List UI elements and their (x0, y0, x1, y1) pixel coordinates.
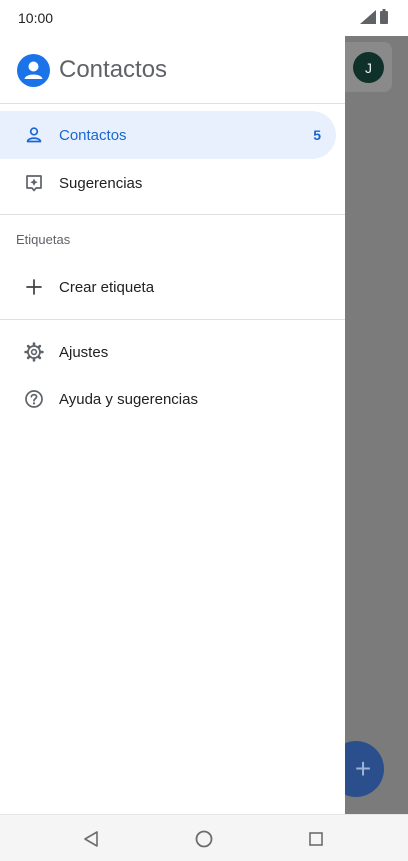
nav-item-contactos[interactable]: Contactos 5 (0, 111, 336, 159)
nav-item-label: Ajustes (59, 343, 109, 361)
gear-icon (24, 342, 44, 362)
divider (0, 319, 345, 320)
nav-item-ajustes[interactable]: Ajustes (0, 328, 336, 376)
divider (0, 103, 345, 104)
signal-icon (360, 10, 376, 24)
account-avatar: J (353, 52, 384, 83)
battery-icon (380, 9, 388, 24)
suggestions-icon (26, 175, 42, 192)
contacts-logo-icon (17, 54, 50, 87)
navigation-drawer: Contactos Contactos 5 Sugerencias Etique… (0, 36, 345, 814)
help-icon (25, 390, 43, 408)
nav-item-ayuda[interactable]: Ayuda y sugerencias (0, 375, 336, 423)
labels-section-heading: Etiquetas (16, 232, 71, 247)
create-label-button[interactable]: Crear etiqueta (0, 263, 336, 311)
nav-item-label: Sugerencias (59, 174, 143, 192)
drawer-scrim[interactable] (345, 36, 408, 814)
home-icon[interactable] (193, 828, 215, 850)
divider (0, 214, 345, 215)
contacts-count-badge: 5 (313, 127, 321, 143)
nav-item-label: Crear etiqueta (59, 278, 155, 296)
recents-icon[interactable] (305, 828, 327, 850)
person-icon (26, 127, 42, 143)
nav-item-label: Ayuda y sugerencias (59, 390, 198, 408)
app-title: Contactos (59, 56, 168, 83)
drawer-header: Contactos (0, 36, 345, 103)
nav-item-label: Contactos (59, 126, 127, 144)
status-bar: 10:00 (0, 0, 408, 36)
system-nav-bar (0, 814, 408, 861)
plus-icon (26, 279, 42, 295)
status-time: 10:00 (18, 10, 54, 26)
nav-item-sugerencias[interactable]: Sugerencias (0, 159, 336, 207)
back-icon[interactable] (80, 828, 102, 850)
